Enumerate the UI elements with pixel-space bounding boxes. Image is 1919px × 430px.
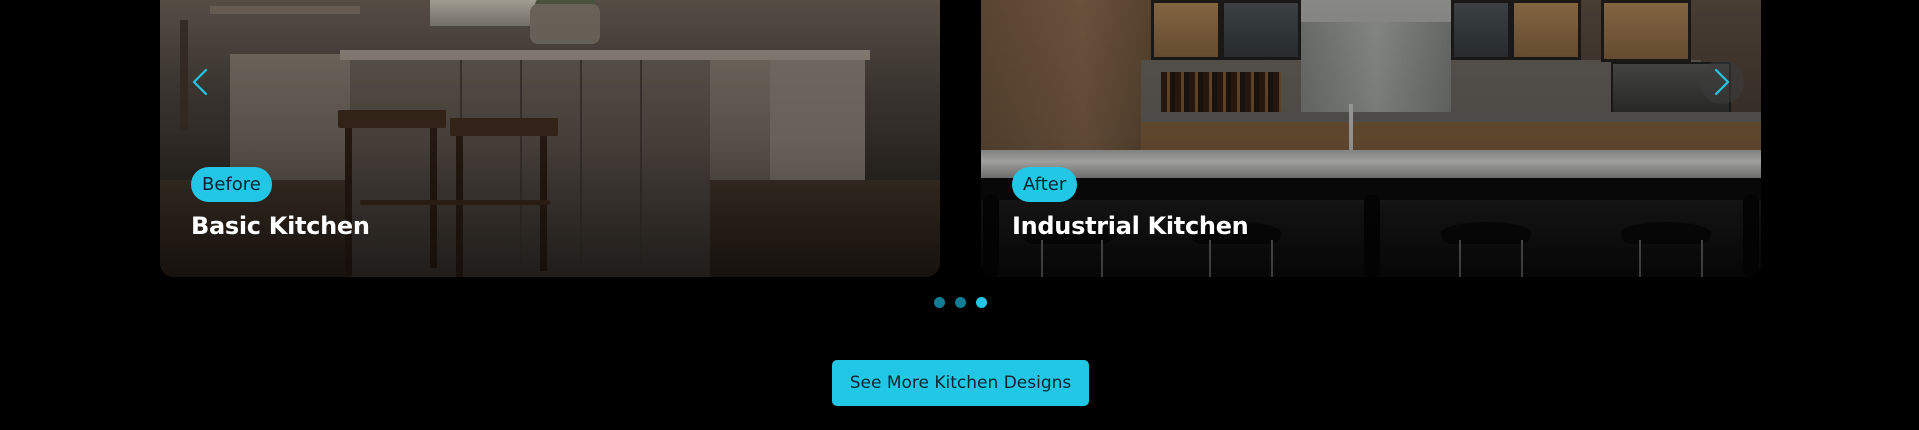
- carousel-dot-1[interactable]: [934, 297, 945, 308]
- before-slide-title: Basic Kitchen: [191, 212, 370, 240]
- carousel-dot-3[interactable]: [976, 297, 987, 308]
- before-badge: Before: [191, 167, 272, 202]
- chevron-left-icon: [191, 67, 209, 97]
- kitchen-gallery-section: Before Basic Kitchen After Industrial Ki…: [0, 0, 1919, 430]
- carousel-pagination: [934, 297, 987, 308]
- see-more-designs-button[interactable]: See More Kitchen Designs: [832, 360, 1089, 406]
- before-slide-card: Before Basic Kitchen: [160, 0, 940, 277]
- after-slide-card: After Industrial Kitchen: [981, 0, 1761, 277]
- carousel-next-button[interactable]: [1700, 60, 1744, 104]
- after-badge: After: [1012, 167, 1078, 202]
- carousel-dot-2[interactable]: [955, 297, 966, 308]
- chevron-right-icon: [1713, 67, 1731, 97]
- after-slide-title: Industrial Kitchen: [1012, 212, 1249, 240]
- carousel-prev-button[interactable]: [178, 60, 222, 104]
